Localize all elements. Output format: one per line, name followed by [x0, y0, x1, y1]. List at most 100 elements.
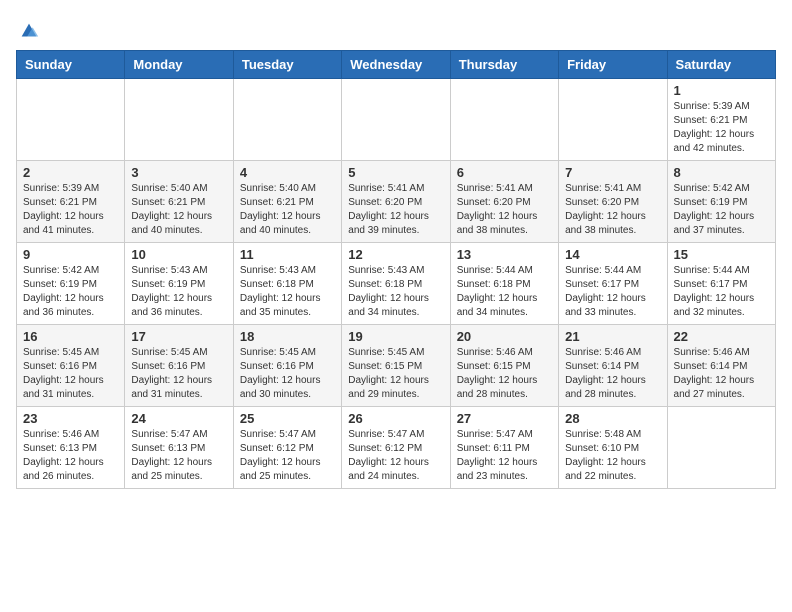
day-info: Sunrise: 5:47 AM Sunset: 6:13 PM Dayligh…: [131, 428, 226, 484]
day-info: Sunrise: 5:46 AM Sunset: 6:14 PM Dayligh…: [674, 346, 769, 402]
day-number: 22: [674, 329, 769, 344]
calendar-cell: 15 Sunrise: 5:44 AM Sunset: 6:17 PM Dayli…: [667, 243, 775, 325]
week-row-1: 1 Sunrise: 5:39 AM Sunset: 6:21 PM Daylig…: [17, 79, 776, 161]
week-row-3: 9 Sunrise: 5:42 AM Sunset: 6:19 PM Daylig…: [17, 243, 776, 325]
weekday-header-sunday: Sunday: [17, 51, 125, 79]
day-number: 1: [674, 83, 769, 98]
weekday-header-tuesday: Tuesday: [233, 51, 341, 79]
day-info: Sunrise: 5:47 AM Sunset: 6:11 PM Dayligh…: [457, 428, 552, 484]
calendar-cell: 1 Sunrise: 5:39 AM Sunset: 6:21 PM Daylig…: [667, 79, 775, 161]
day-number: 3: [131, 165, 226, 180]
day-number: 18: [240, 329, 335, 344]
calendar-cell: 3 Sunrise: 5:40 AM Sunset: 6:21 PM Daylig…: [125, 161, 233, 243]
day-info: Sunrise: 5:45 AM Sunset: 6:15 PM Dayligh…: [348, 346, 443, 402]
day-number: 14: [565, 247, 660, 262]
day-info: Sunrise: 5:46 AM Sunset: 6:14 PM Dayligh…: [565, 346, 660, 402]
day-info: Sunrise: 5:41 AM Sunset: 6:20 PM Dayligh…: [565, 182, 660, 238]
day-info: Sunrise: 5:43 AM Sunset: 6:19 PM Dayligh…: [131, 264, 226, 320]
day-number: 19: [348, 329, 443, 344]
week-row-4: 16Sunrise: 5:45 AM Sunset: 6:16 PM Dayli…: [17, 325, 776, 407]
week-row-5: 23 Sunrise: 5:46 AM Sunset: 6:13 PM Dayli…: [17, 407, 776, 489]
day-number: 23: [23, 411, 118, 426]
day-number: 10: [131, 247, 226, 262]
calendar-cell: 20Sunrise: 5:46 AM Sunset: 6:15 PM Dayli…: [450, 325, 558, 407]
calendar-cell: 13Sunrise: 5:44 AM Sunset: 6:18 PM Dayli…: [450, 243, 558, 325]
day-info: Sunrise: 5:47 AM Sunset: 6:12 PM Dayligh…: [348, 428, 443, 484]
calendar-cell: 5 Sunrise: 5:41 AM Sunset: 6:20 PM Daylig…: [342, 161, 450, 243]
calendar-cell: [17, 79, 125, 161]
calendar-cell: 4Sunrise: 5:40 AM Sunset: 6:21 PM Daylig…: [233, 161, 341, 243]
day-number: 8: [674, 165, 769, 180]
header: [16, 16, 776, 42]
calendar-cell: 21 Sunrise: 5:46 AM Sunset: 6:14 PM Dayli…: [559, 325, 667, 407]
day-number: 9: [23, 247, 118, 262]
calendar-cell: 25 Sunrise: 5:47 AM Sunset: 6:12 PM Dayli…: [233, 407, 341, 489]
day-number: 26: [348, 411, 443, 426]
calendar-cell: [125, 79, 233, 161]
day-info: Sunrise: 5:46 AM Sunset: 6:13 PM Dayligh…: [23, 428, 118, 484]
day-info: Sunrise: 5:45 AM Sunset: 6:16 PM Dayligh…: [131, 346, 226, 402]
weekday-header-thursday: Thursday: [450, 51, 558, 79]
calendar-cell: 17 Sunrise: 5:45 AM Sunset: 6:16 PM Dayli…: [125, 325, 233, 407]
day-info: Sunrise: 5:43 AM Sunset: 6:18 PM Dayligh…: [348, 264, 443, 320]
day-number: 28: [565, 411, 660, 426]
day-info: Sunrise: 5:44 AM Sunset: 6:17 PM Dayligh…: [565, 264, 660, 320]
day-info: Sunrise: 5:39 AM Sunset: 6:21 PM Dayligh…: [23, 182, 118, 238]
day-info: Sunrise: 5:41 AM Sunset: 6:20 PM Dayligh…: [348, 182, 443, 238]
calendar-cell: 27 Sunrise: 5:47 AM Sunset: 6:11 PM Dayli…: [450, 407, 558, 489]
day-number: 21: [565, 329, 660, 344]
calendar-cell: 12 Sunrise: 5:43 AM Sunset: 6:18 PM Dayli…: [342, 243, 450, 325]
week-row-2: 2 Sunrise: 5:39 AM Sunset: 6:21 PM Daylig…: [17, 161, 776, 243]
day-info: Sunrise: 5:45 AM Sunset: 6:16 PM Dayligh…: [240, 346, 335, 402]
day-info: Sunrise: 5:42 AM Sunset: 6:19 PM Dayligh…: [23, 264, 118, 320]
day-info: Sunrise: 5:42 AM Sunset: 6:19 PM Dayligh…: [674, 182, 769, 238]
day-number: 12: [348, 247, 443, 262]
calendar-cell: [667, 407, 775, 489]
calendar-cell: 7 Sunrise: 5:41 AM Sunset: 6:20 PM Daylig…: [559, 161, 667, 243]
day-number: 11: [240, 247, 335, 262]
calendar-cell: 11 Sunrise: 5:43 AM Sunset: 6:18 PM Dayli…: [233, 243, 341, 325]
day-info: Sunrise: 5:41 AM Sunset: 6:20 PM Dayligh…: [457, 182, 552, 238]
weekday-header-friday: Friday: [559, 51, 667, 79]
day-info: Sunrise: 5:47 AM Sunset: 6:12 PM Dayligh…: [240, 428, 335, 484]
calendar-cell: 26 Sunrise: 5:47 AM Sunset: 6:12 PM Dayli…: [342, 407, 450, 489]
weekday-header-row: SundayMondayTuesdayWednesdayThursdayFrid…: [17, 51, 776, 79]
day-number: 27: [457, 411, 552, 426]
day-number: 13: [457, 247, 552, 262]
calendar: SundayMondayTuesdayWednesdayThursdayFrid…: [16, 50, 776, 489]
calendar-cell: [450, 79, 558, 161]
day-number: 24: [131, 411, 226, 426]
day-number: 6: [457, 165, 552, 180]
day-number: 25: [240, 411, 335, 426]
calendar-cell: 22 Sunrise: 5:46 AM Sunset: 6:14 PM Dayli…: [667, 325, 775, 407]
day-number: 2: [23, 165, 118, 180]
calendar-cell: [233, 79, 341, 161]
calendar-cell: 23 Sunrise: 5:46 AM Sunset: 6:13 PM Dayli…: [17, 407, 125, 489]
day-number: 4: [240, 165, 335, 180]
calendar-cell: 18 Sunrise: 5:45 AM Sunset: 6:16 PM Dayli…: [233, 325, 341, 407]
logo-icon: [18, 20, 40, 42]
day-info: Sunrise: 5:44 AM Sunset: 6:17 PM Dayligh…: [674, 264, 769, 320]
day-number: 20: [457, 329, 552, 344]
day-number: 7: [565, 165, 660, 180]
calendar-cell: [559, 79, 667, 161]
day-info: Sunrise: 5:43 AM Sunset: 6:18 PM Dayligh…: [240, 264, 335, 320]
weekday-header-monday: Monday: [125, 51, 233, 79]
weekday-header-saturday: Saturday: [667, 51, 775, 79]
calendar-cell: 8 Sunrise: 5:42 AM Sunset: 6:19 PM Daylig…: [667, 161, 775, 243]
day-number: 15: [674, 247, 769, 262]
logo: [16, 20, 40, 42]
day-info: Sunrise: 5:40 AM Sunset: 6:21 PM Dayligh…: [131, 182, 226, 238]
day-info: Sunrise: 5:45 AM Sunset: 6:16 PM Dayligh…: [23, 346, 118, 402]
day-info: Sunrise: 5:39 AM Sunset: 6:21 PM Dayligh…: [674, 100, 769, 156]
calendar-cell: 10 Sunrise: 5:43 AM Sunset: 6:19 PM Dayli…: [125, 243, 233, 325]
calendar-cell: 16Sunrise: 5:45 AM Sunset: 6:16 PM Dayli…: [17, 325, 125, 407]
calendar-cell: 24 Sunrise: 5:47 AM Sunset: 6:13 PM Dayli…: [125, 407, 233, 489]
calendar-cell: [342, 79, 450, 161]
calendar-cell: 14 Sunrise: 5:44 AM Sunset: 6:17 PM Dayli…: [559, 243, 667, 325]
day-info: Sunrise: 5:48 AM Sunset: 6:10 PM Dayligh…: [565, 428, 660, 484]
calendar-cell: 2 Sunrise: 5:39 AM Sunset: 6:21 PM Daylig…: [17, 161, 125, 243]
day-number: 5: [348, 165, 443, 180]
day-number: 17: [131, 329, 226, 344]
calendar-cell: 28 Sunrise: 5:48 AM Sunset: 6:10 PM Dayli…: [559, 407, 667, 489]
